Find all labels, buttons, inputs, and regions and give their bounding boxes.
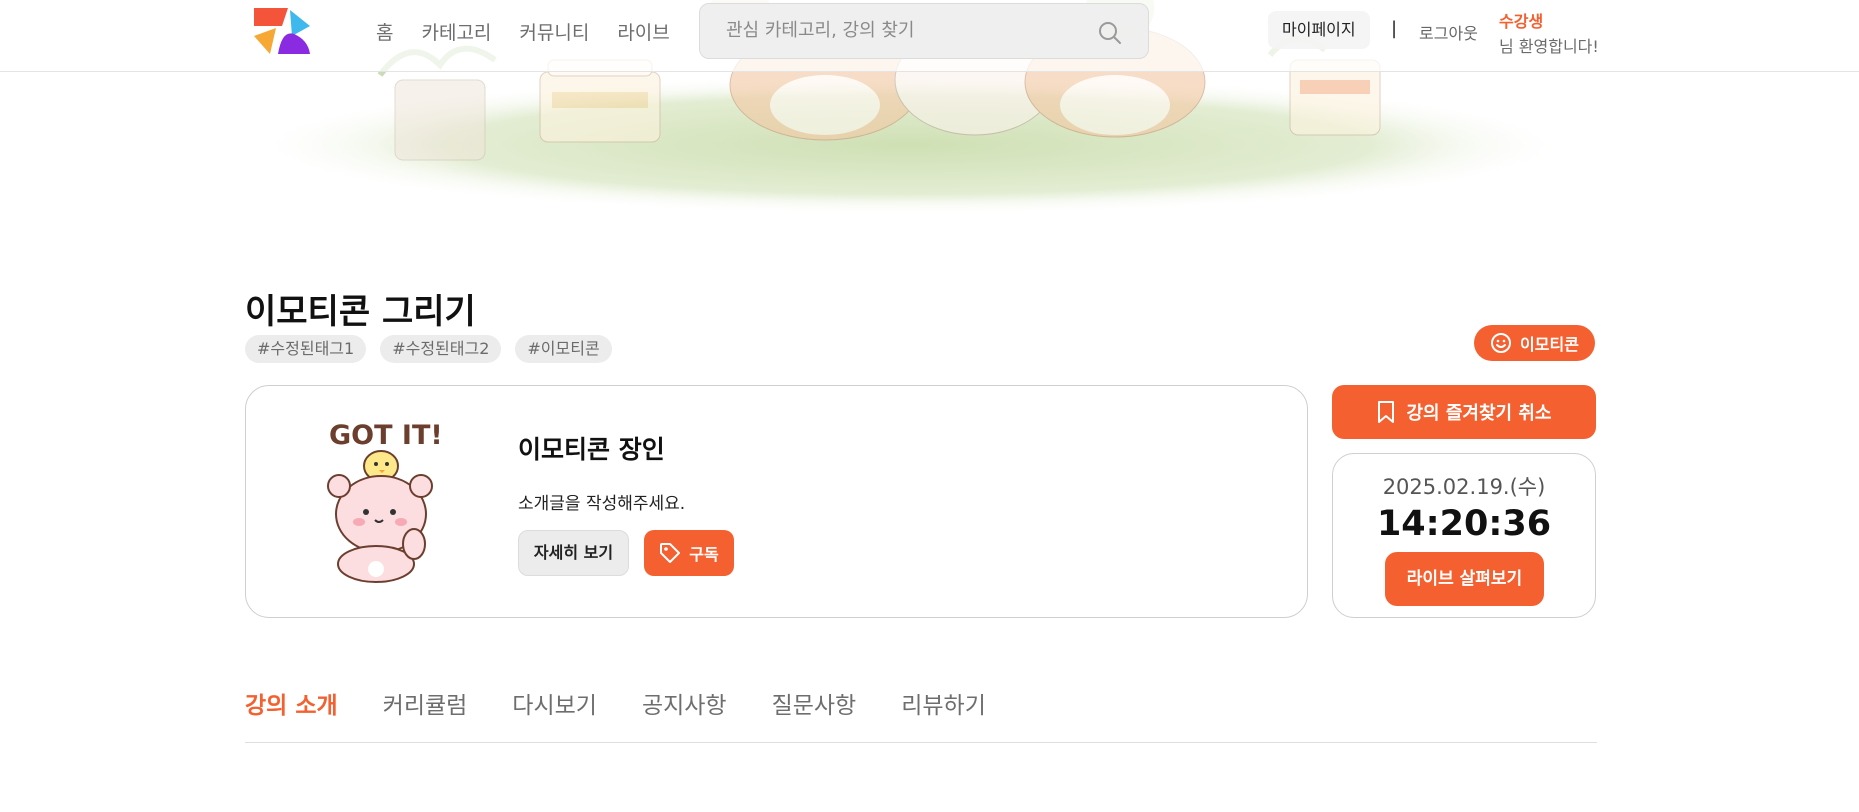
top-header: 홈 카테고리 커뮤니티 라이브 마이페이지 | 로그아웃 수강생 님 환영합니다…	[0, 0, 1859, 72]
category-badge-label: 이모티콘	[1520, 335, 1579, 354]
course-tags: #수정된태그1 #수정된태그2 #이모티콘	[245, 335, 626, 363]
search-bar	[699, 3, 1149, 59]
brand-logo-icon	[254, 8, 310, 54]
sticker-text: GOT IT!	[329, 420, 443, 451]
live-time: 14:20:36	[1376, 504, 1552, 544]
subscribe-label: 구독	[689, 545, 719, 564]
favorite-cancel-button[interactable]: 강의 즐겨찾기 취소	[1332, 385, 1596, 439]
course-title: 이모티콘 그리기	[245, 292, 476, 332]
brand-logo[interactable]	[252, 6, 314, 56]
tag-chip[interactable]: #수정된태그2	[380, 335, 502, 363]
mypage-button[interactable]: 마이페이지	[1268, 11, 1370, 49]
tag-chip[interactable]: #수정된태그1	[245, 335, 367, 363]
favorite-label: 강의 즐겨찾기 취소	[1406, 403, 1552, 424]
instructor-avatar: GOT IT!	[321, 414, 451, 584]
header-divider: |	[1391, 18, 1398, 39]
nav-category[interactable]: 카테고리	[421, 18, 491, 45]
course-tabs: 강의 소개 커리큘럼 다시보기 공지사항 질문사항 리뷰하기	[245, 686, 1597, 743]
tab-notice[interactable]: 공지사항	[642, 686, 727, 742]
search-icon[interactable]	[1098, 21, 1122, 45]
instructor-name: 이모티콘 장인	[518, 435, 665, 464]
category-badge: 이모티콘	[1474, 325, 1595, 361]
tab-curriculum[interactable]: 커리큘럼	[383, 686, 468, 742]
subscribe-button[interactable]: 구독	[644, 530, 734, 576]
nav-community[interactable]: 커뮤니티	[519, 18, 589, 45]
live-date: 2025.02.19.(수)	[1382, 475, 1546, 499]
live-view-button[interactable]: 라이브 살펴보기	[1385, 552, 1544, 606]
tag-icon	[660, 543, 681, 563]
tab-intro[interactable]: 강의 소개	[245, 686, 338, 742]
tab-questions[interactable]: 질문사항	[772, 686, 857, 742]
logout-button[interactable]: 로그아웃	[1419, 20, 1478, 44]
welcome-message: 님 환영합니다!	[1499, 37, 1599, 56]
nav-home[interactable]: 홈	[376, 18, 393, 45]
smile-icon	[1491, 333, 1512, 353]
nav-live[interactable]: 라이브	[617, 18, 669, 45]
search-input[interactable]	[726, 20, 1086, 41]
bookmark-icon	[1378, 401, 1395, 423]
tab-review[interactable]: 리뷰하기	[901, 686, 986, 742]
instructor-intro: 소개글을 작성해주세요.	[518, 494, 686, 514]
main-nav: 홈 카테고리 커뮤니티 라이브	[376, 18, 698, 45]
live-card: 2025.02.19.(수) 14:20:36 라이브 살펴보기	[1332, 453, 1596, 618]
instructor-card: GOT IT! 이모티콘 장인 소개글을 작성해주세요. 자세히 보기 구독	[245, 385, 1308, 618]
detail-button[interactable]: 자세히 보기	[518, 530, 629, 576]
user-name: 수강생	[1499, 12, 1544, 31]
tag-chip[interactable]: #이모티콘	[515, 335, 612, 363]
tab-replay[interactable]: 다시보기	[512, 686, 597, 742]
